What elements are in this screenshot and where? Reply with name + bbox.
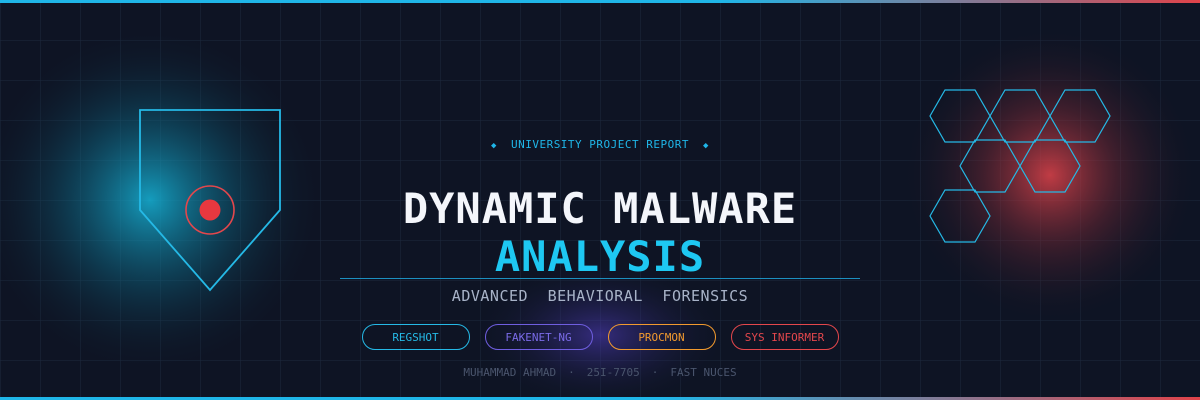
top-accent-bar [0, 0, 1200, 3]
tag-procmon: PROCMON [607, 324, 716, 350]
student-id: 25I-7705 [586, 366, 640, 379]
author-name: MUHAMMAD AHMAD [463, 366, 557, 379]
subtitle: ADVANCED BEHAVIORAL FORENSICS [451, 287, 749, 305]
author-footer: MUHAMMAD AHMAD · 25I-7705 · FAST NUCES [0, 366, 1200, 379]
diamond-icon: ◆ [703, 141, 709, 151]
diamond-icon: ◆ [491, 141, 497, 151]
eyebrow-label: ◆ UNIVERSITY PROJECT REPORT ◆ [0, 138, 1200, 151]
title-line-2: ANALYSIS [494, 232, 706, 281]
tag-regshot: REGSHOT [361, 324, 470, 350]
eyebrow-text: UNIVERSITY PROJECT REPORT [510, 138, 690, 151]
tool-tags: REGSHOT FAKENET-NG PROCMON SYS INFORMER [0, 324, 1200, 350]
footer-separator: · [568, 366, 575, 379]
footer-separator: · [651, 366, 659, 379]
tag-sys-informer: SYS INFORMER [730, 324, 839, 350]
title-underline [340, 278, 860, 279]
title-line-1: DYNAMIC MALWARE [402, 184, 798, 233]
school-name: FAST NUCES [670, 366, 737, 379]
tag-fakenet-ng: FAKENET-NG [484, 324, 593, 350]
